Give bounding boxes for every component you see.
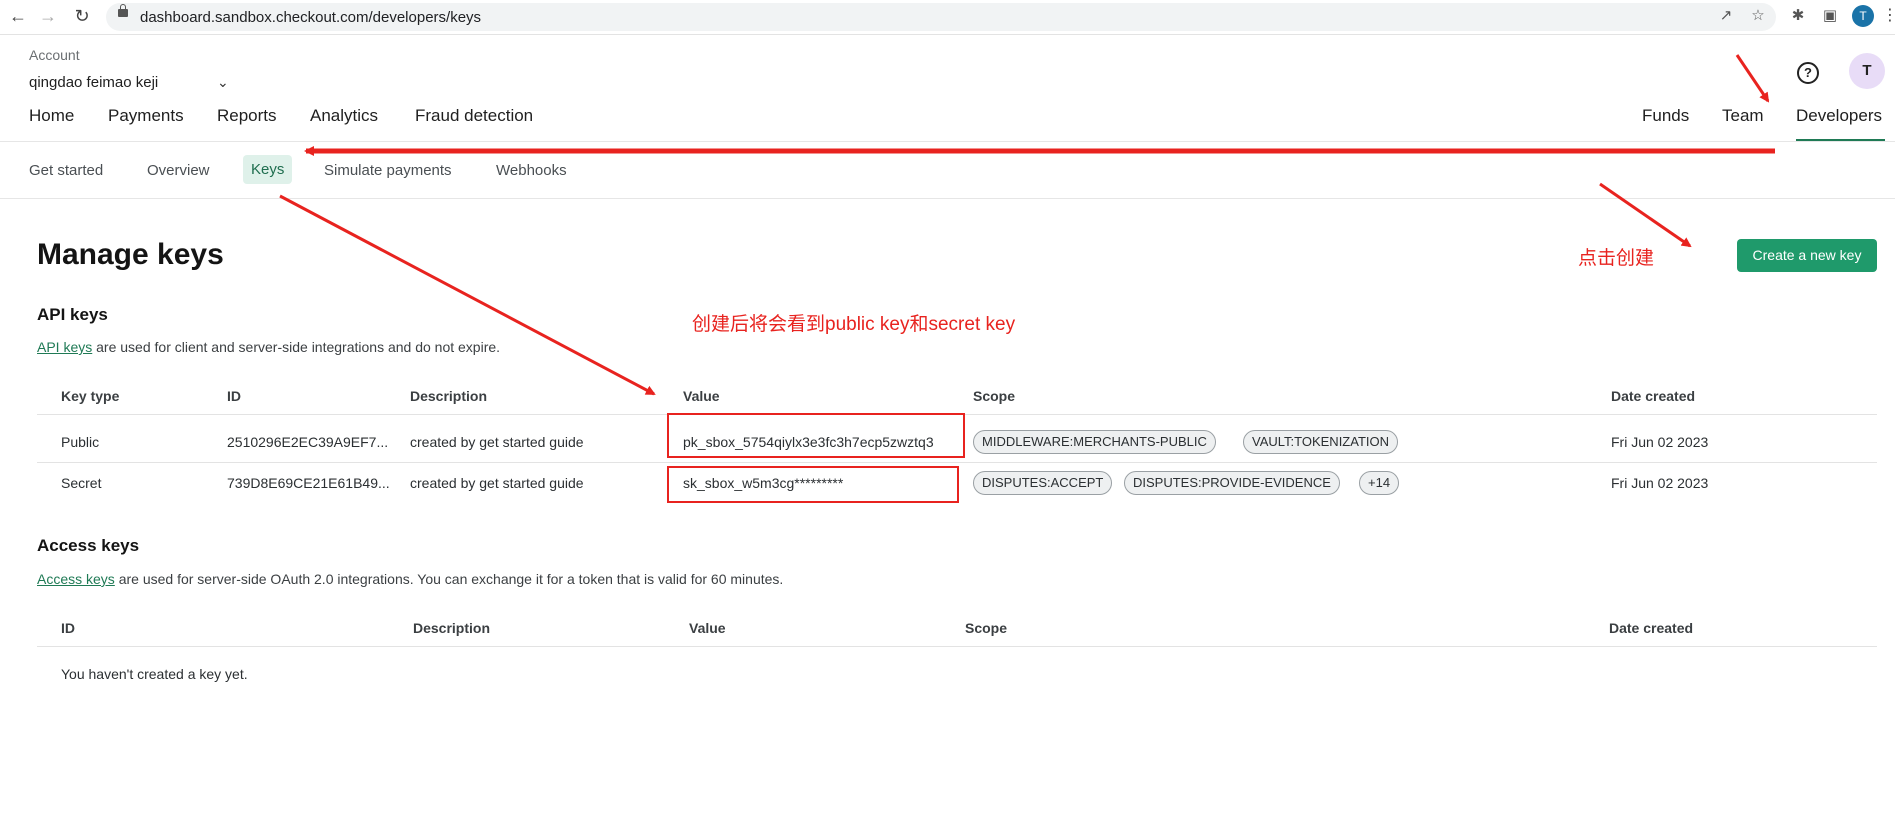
browser-toolbar: ← → ↻ dashboard.sandbox.checkout.com/dev… (0, 0, 1895, 35)
user-avatar[interactable]: T (1849, 53, 1885, 89)
col-scope: Scope (965, 620, 1008, 636)
col-value: Value (689, 620, 726, 636)
annotation-box-public-key (667, 413, 965, 458)
create-new-key-button[interactable]: Create a new key (1737, 239, 1877, 272)
annotation-click-create: 点击创建 (1578, 248, 1655, 269)
table-header-rule (37, 646, 1877, 647)
nav-team[interactable]: Team (1722, 106, 1764, 126)
access-keys-link[interactable]: Access keys (37, 571, 115, 587)
key-date-cell: Fri Jun 02 2023 (1611, 434, 1709, 450)
help-icon[interactable]: ? (1797, 62, 1819, 84)
extensions-icon[interactable]: ✱ (1788, 6, 1808, 26)
col-key-type: Key type (61, 388, 120, 404)
browser-menu-icon[interactable]: ⋮ (1882, 5, 1895, 25)
bookmark-star-icon[interactable]: ☆ (1748, 6, 1768, 26)
access-keys-description: Access keys are used for server-side OAu… (37, 571, 783, 587)
subnav-divider (0, 198, 1895, 199)
col-id: ID (227, 388, 241, 404)
col-date-created: Date created (1609, 620, 1694, 636)
api-keys-link[interactable]: API keys (37, 339, 92, 355)
lock-icon (118, 4, 128, 17)
scope-more-tag[interactable]: +14 (1359, 471, 1400, 495)
arrow-to-value-column (279, 194, 656, 396)
nav-fraud-detection[interactable]: Fraud detection (415, 106, 533, 126)
row-divider (37, 462, 1877, 463)
subnav-webhooks[interactable]: Webhooks (496, 162, 567, 179)
col-id: ID (61, 620, 75, 636)
subnav-simulate-payments[interactable]: Simulate payments (324, 162, 452, 179)
key-id-cell[interactable]: 739D8E69CE21E61B49... (227, 475, 390, 491)
header-divider (0, 141, 1895, 142)
annotation-arrows (279, 54, 1775, 396)
scope-tag: DISPUTES:PROVIDE-EVIDENCE (1124, 471, 1340, 495)
col-date-created: Date created (1611, 388, 1696, 404)
browser-profile-avatar[interactable]: T (1852, 5, 1874, 27)
page-title: Manage keys (37, 238, 224, 271)
account-label: Account (29, 47, 80, 63)
arrow-to-developers (1735, 54, 1770, 103)
scope-tag: MIDDLEWARE:MERCHANTS-PUBLIC (973, 430, 1216, 454)
account-selector[interactable]: qingdao feimao keji (29, 74, 158, 91)
nav-payments[interactable]: Payments (108, 106, 184, 126)
col-description: Description (413, 620, 491, 636)
subnav-keys[interactable]: Keys (243, 155, 293, 184)
subnav-overview[interactable]: Overview (147, 162, 210, 179)
key-type-cell: Public (61, 434, 100, 450)
empty-state-text: You haven't created a key yet. (61, 666, 248, 682)
share-icon[interactable]: ↗ (1716, 6, 1736, 26)
access-keys-desc-text: are used for server-side OAuth 2.0 integ… (114, 571, 784, 587)
scope-tag: VAULT:TOKENIZATION (1243, 430, 1399, 454)
address-bar[interactable]: dashboard.sandbox.checkout.com/developer… (106, 3, 1776, 31)
address-url[interactable]: dashboard.sandbox.checkout.com/developer… (140, 9, 481, 26)
annotation-after-create: 创建后将会看到public key和secret key (692, 314, 1016, 335)
key-description-cell: created by get started guide (410, 434, 584, 450)
nav-analytics[interactable]: Analytics (310, 106, 378, 126)
subnav-get-started[interactable]: Get started (29, 162, 103, 179)
nav-home[interactable]: Home (29, 106, 74, 126)
arrow-to-create-button (1599, 182, 1692, 248)
nav-developers[interactable]: Developers (1796, 106, 1882, 126)
nav-funds[interactable]: Funds (1642, 106, 1689, 126)
col-scope: Scope (973, 388, 1016, 404)
scope-tag: DISPUTES:ACCEPT (973, 471, 1113, 495)
chevron-down-icon[interactable]: ⌄ (217, 74, 229, 91)
key-id-cell[interactable]: 2510296E2EC39A9EF7... (227, 434, 388, 450)
access-keys-title: Access keys (37, 536, 140, 555)
api-keys-description: API keys are used for client and server-… (37, 339, 500, 355)
col-value: Value (683, 388, 720, 404)
reload-icon[interactable]: ↻ (70, 4, 94, 28)
col-description: Description (410, 388, 488, 404)
key-description-cell: created by get started guide (410, 475, 584, 491)
annotation-box-secret-key (667, 466, 959, 503)
nav-reports[interactable]: Reports (217, 106, 277, 126)
back-icon[interactable]: ← (6, 4, 30, 28)
forward-icon[interactable]: → (36, 4, 60, 28)
api-keys-desc-text: are used for client and server-side inte… (92, 339, 501, 355)
key-type-cell: Secret (61, 475, 102, 491)
api-keys-title: API keys (37, 305, 108, 324)
side-panel-icon[interactable]: ▣ (1820, 6, 1840, 26)
key-date-cell: Fri Jun 02 2023 (1611, 475, 1709, 491)
